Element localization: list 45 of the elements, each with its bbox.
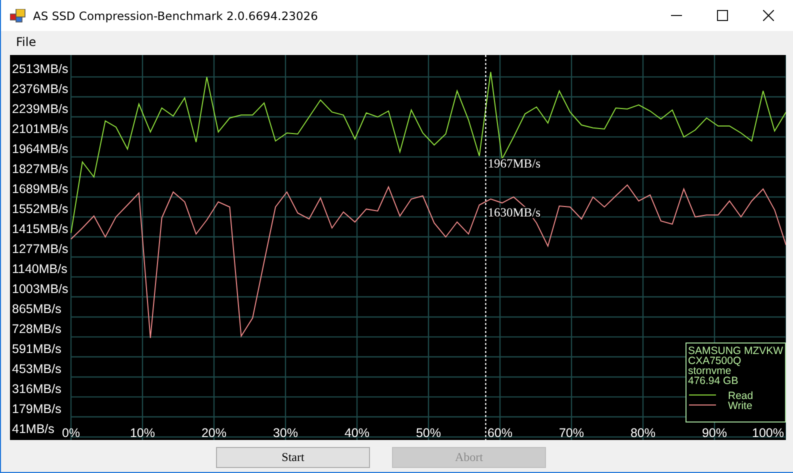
x-axis-label: 80% (630, 426, 656, 440)
x-axis-label: 30% (272, 426, 298, 440)
close-icon[interactable] (763, 10, 774, 21)
maximize-icon[interactable] (717, 10, 728, 21)
device-info-text: SAMSUNG MZVKW (688, 345, 784, 357)
legend-label: Read (728, 390, 754, 402)
y-axis-label: 1277MB/s (12, 242, 68, 256)
y-axis-label: 1552MB/s (12, 202, 68, 216)
x-axis-label: 10% (130, 426, 156, 440)
x-axis-label: 20% (201, 426, 227, 440)
device-info-text: CXA7500Q (688, 355, 742, 367)
y-axis-label: 1415MB/s (12, 222, 68, 236)
y-axis-label: 453MB/s (12, 362, 62, 376)
y-axis-label: 1964MB/s (12, 142, 68, 156)
x-axis-label: 70% (558, 426, 584, 440)
y-axis-label: 2239MB/s (12, 102, 68, 116)
y-axis-label: 865MB/s (12, 302, 62, 316)
y-axis-label: 1827MB/s (12, 162, 68, 176)
legend-label: Write (728, 400, 752, 412)
y-axis-label: 2101MB/s (12, 122, 68, 136)
legend-line (688, 404, 716, 406)
x-axis-label: 50% (416, 426, 442, 440)
y-axis-label: 1003MB/s (12, 282, 68, 296)
y-axis-label: 179MB/s (12, 402, 62, 416)
device-info-text: 476.94 GB (688, 375, 738, 387)
x-axis-label: 0% (62, 426, 80, 440)
x-axis-label: 100% (752, 426, 784, 440)
y-axis-label: 1140MB/s (12, 262, 68, 276)
x-axis-label: 40% (344, 426, 370, 440)
action-button[interactable]: Start (216, 447, 370, 468)
y-axis-label: 316MB/s (12, 382, 62, 396)
y-axis-label: 1689MB/s (12, 182, 68, 196)
device-info-text: stornvme (688, 365, 732, 377)
x-axis-label: 60% (487, 426, 513, 440)
y-axis-label: 2513MB/s (12, 62, 68, 76)
y-axis-label: 591MB/s (12, 342, 62, 356)
x-axis-label: 90% (702, 426, 728, 440)
app-icon (10, 8, 26, 22)
y-axis-label: 41MB/s (12, 422, 54, 436)
y-axis-label: 2376MB/s (12, 82, 68, 96)
window-title: AS SSD Compression-Benchmark 2.0.6694.23026 (33, 8, 318, 22)
legend-line (688, 394, 716, 396)
menu-item[interactable]: File (16, 35, 36, 49)
value-label: 1967MB/s (488, 156, 540, 170)
y-axis-label: 728MB/s (12, 322, 62, 336)
